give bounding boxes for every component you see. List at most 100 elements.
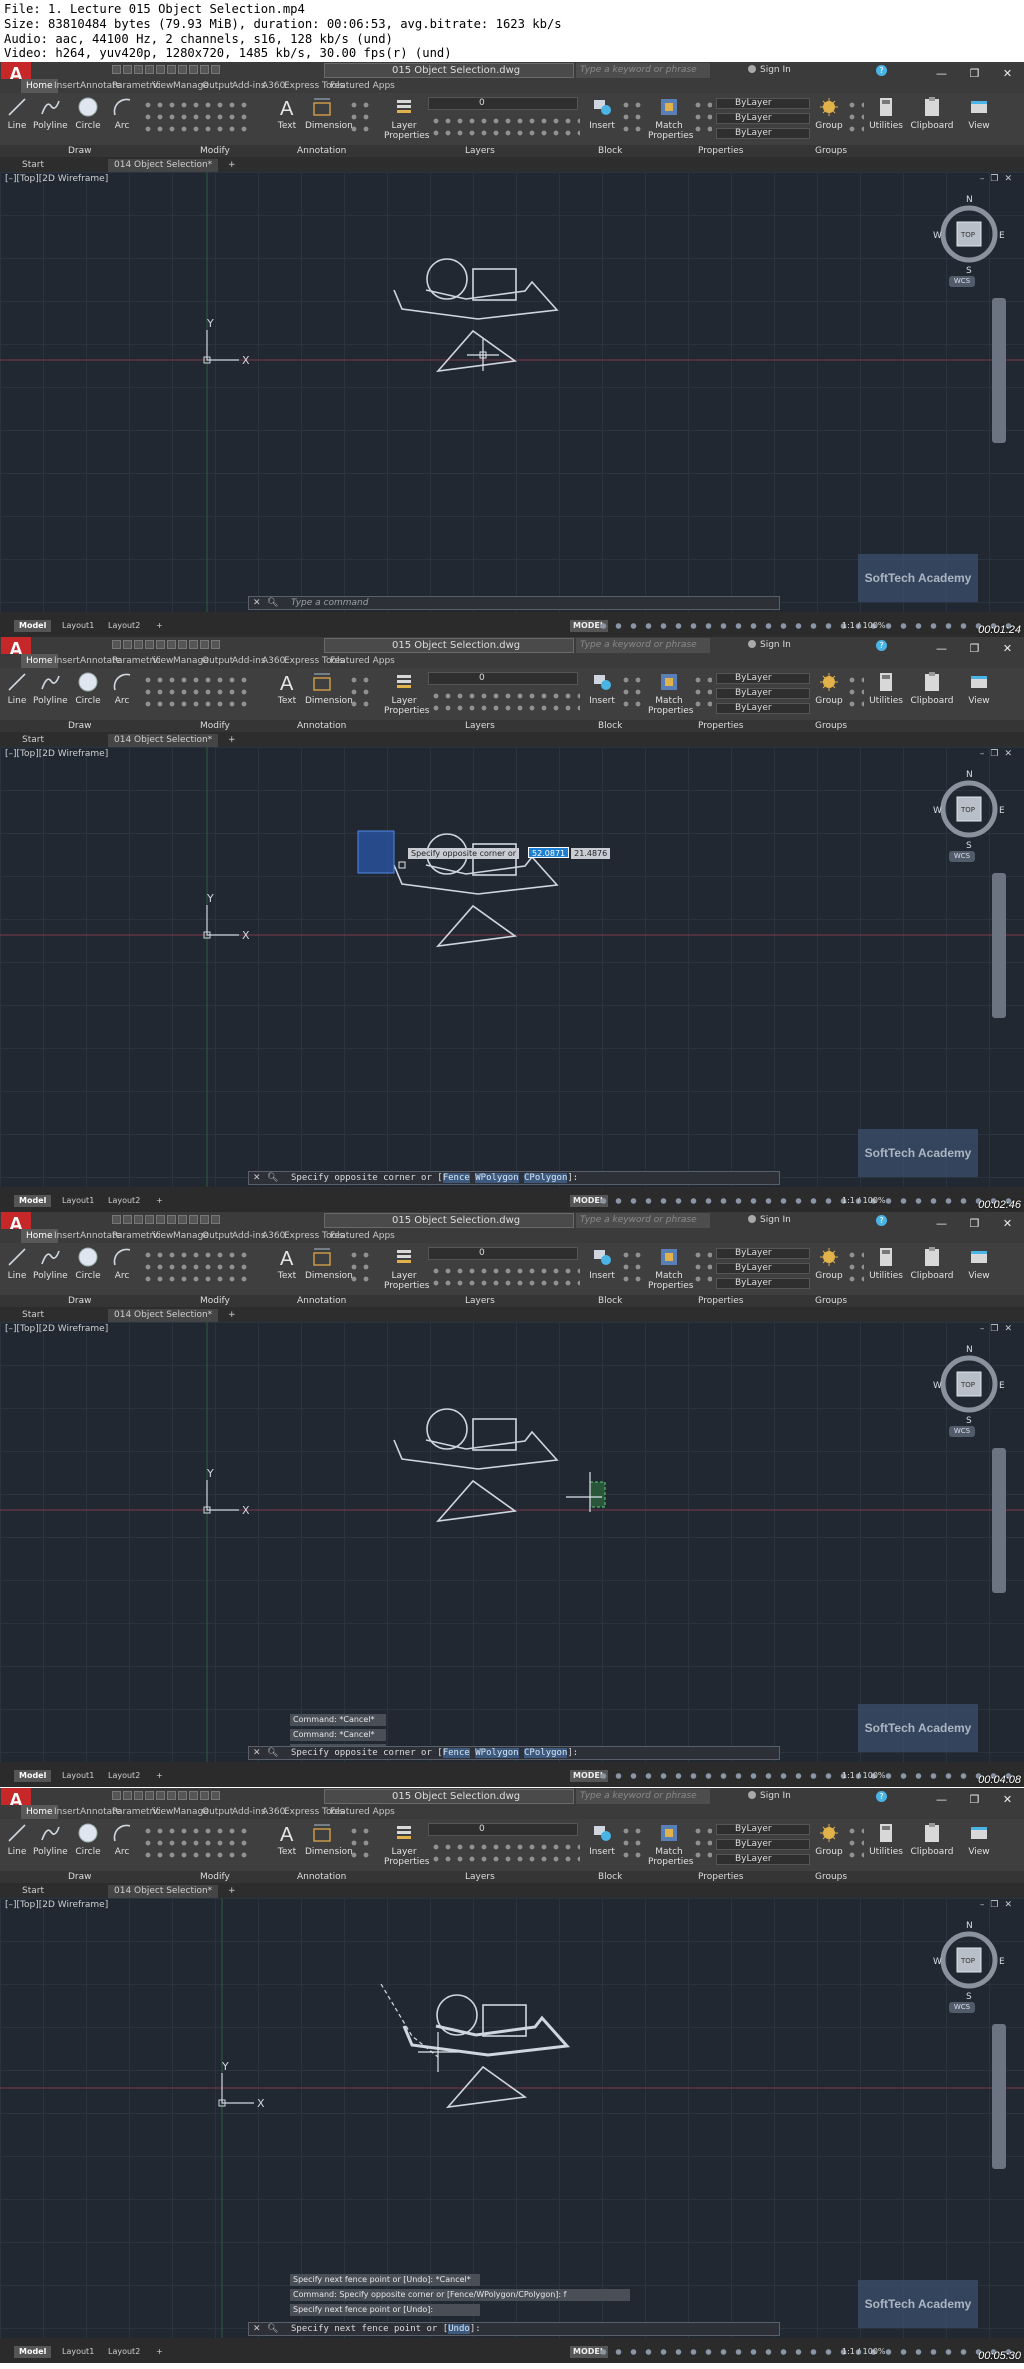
line-tool[interactable]: Line bbox=[0, 1822, 34, 1860]
modify-tool-icons[interactable] bbox=[142, 674, 252, 712]
command-option-wpolygon[interactable]: WPolygon bbox=[475, 1173, 519, 1183]
viewcube[interactable]: N S E W TOP bbox=[933, 195, 1005, 276]
annotation-group-label[interactable]: Annotation bbox=[297, 720, 346, 732]
start-tab[interactable]: Start bbox=[22, 734, 44, 747]
match-properties-tool[interactable]: Match Properties bbox=[648, 671, 693, 716]
properties-tool-icons[interactable] bbox=[692, 99, 712, 135]
layout2-tab[interactable]: Layout2 bbox=[108, 2346, 140, 2358]
sign-in-button[interactable]: Sign In bbox=[748, 1789, 818, 1804]
layout1-tab[interactable]: Layout1 bbox=[62, 1195, 94, 1207]
layer-tool-icons[interactable] bbox=[430, 1265, 580, 1291]
lineweight-dropdown[interactable]: ByLayer bbox=[716, 128, 810, 139]
status-toggle-icons[interactable] bbox=[596, 1196, 1016, 1206]
circle-tool[interactable]: Circle bbox=[71, 1246, 105, 1284]
linetype-dropdown[interactable]: ByLayer bbox=[716, 113, 810, 124]
new-layout-button[interactable]: + bbox=[156, 1195, 163, 1207]
new-layout-button[interactable]: + bbox=[156, 2346, 163, 2358]
modify-tool-icons[interactable] bbox=[142, 99, 252, 137]
command-option-wpolygon[interactable]: WPolygon bbox=[475, 1748, 519, 1758]
ribbon-tab[interactable]: Featured Apps bbox=[330, 1805, 395, 1819]
ribbon-tab[interactable]: Home bbox=[21, 1229, 58, 1243]
model-tab[interactable]: Model bbox=[14, 1195, 52, 1207]
ribbon-tab[interactable]: A360 bbox=[262, 1229, 285, 1243]
block-tool-icons[interactable] bbox=[620, 1249, 642, 1285]
layers-group-label[interactable]: Layers bbox=[465, 145, 495, 157]
properties-group-label[interactable]: Properties bbox=[698, 1871, 743, 1883]
layer-dropdown[interactable]: 0 bbox=[428, 97, 578, 110]
command-option-cpolygon[interactable]: CPolygon bbox=[524, 1173, 568, 1183]
insert-tool[interactable]: Insert bbox=[584, 1246, 620, 1284]
insert-tool[interactable]: Insert bbox=[584, 671, 620, 709]
start-tab[interactable]: Start bbox=[22, 159, 44, 172]
clipboard-tool[interactable]: Clipboard bbox=[910, 1246, 954, 1284]
close-command-icon[interactable]: ✕ bbox=[253, 1747, 261, 1759]
annotation-tool-icons[interactable] bbox=[348, 1825, 370, 1863]
navigation-bar[interactable] bbox=[992, 2024, 1006, 2169]
help-icon[interactable]: ? bbox=[876, 1791, 887, 1802]
block-tool-icons[interactable] bbox=[620, 1825, 642, 1861]
drawing-tab[interactable]: 014 Object Selection* bbox=[108, 159, 219, 172]
draw-group-label[interactable]: Draw bbox=[68, 1871, 92, 1883]
clipboard-tool[interactable]: Clipboard bbox=[910, 96, 954, 134]
close-command-icon[interactable]: ✕ bbox=[253, 597, 261, 609]
layout1-tab[interactable]: Layout1 bbox=[62, 1770, 94, 1782]
groups-tool-icons[interactable] bbox=[846, 99, 864, 135]
arc-tool[interactable]: Arc bbox=[105, 96, 139, 134]
command-option-cpolygon[interactable]: CPolygon bbox=[524, 1748, 568, 1758]
command-search-icon[interactable]: 🔍︎ bbox=[267, 1172, 278, 1184]
circle-tool[interactable]: Circle bbox=[71, 96, 105, 134]
block-group-label[interactable]: Block bbox=[598, 1871, 622, 1883]
new-tab-button[interactable]: + bbox=[228, 1885, 236, 1898]
groups-group-label[interactable]: Groups bbox=[815, 720, 847, 732]
help-icon[interactable]: ? bbox=[876, 65, 887, 76]
draw-group-label[interactable]: Draw bbox=[68, 1295, 92, 1307]
ribbon-tab[interactable]: Output bbox=[202, 79, 233, 93]
layers-group-label[interactable]: Layers bbox=[465, 1871, 495, 1883]
modify-group-label[interactable]: Modify bbox=[200, 145, 230, 157]
ribbon-tab[interactable]: View bbox=[152, 1805, 173, 1819]
layer-tool-icons[interactable] bbox=[430, 115, 580, 141]
layout2-tab[interactable]: Layout2 bbox=[108, 1195, 140, 1207]
lineweight-dropdown[interactable]: ByLayer bbox=[716, 1278, 810, 1289]
start-tab[interactable]: Start bbox=[22, 1309, 44, 1322]
layer-tool-icons[interactable] bbox=[430, 1841, 580, 1867]
close-command-icon[interactable]: ✕ bbox=[253, 2323, 261, 2335]
quick-access-toolbar[interactable] bbox=[112, 640, 222, 652]
ribbon-tab[interactable]: Featured Apps bbox=[330, 1229, 395, 1243]
annotation-group-label[interactable]: Annotation bbox=[297, 145, 346, 157]
command-line[interactable]: ✕ 🔍︎ Specify next fence point or [Undo]: bbox=[248, 2322, 780, 2336]
command-input[interactable]: Specify opposite corner or [Fence WPolyg… bbox=[291, 1747, 578, 1759]
circle-tool[interactable]: Circle bbox=[71, 671, 105, 709]
layout1-tab[interactable]: Layout1 bbox=[62, 620, 94, 632]
keyword-search-input[interactable]: Type a keyword or phrase bbox=[576, 1789, 710, 1804]
command-input[interactable]: Specify opposite corner or [Fence WPolyg… bbox=[291, 1172, 578, 1184]
navigation-bar[interactable] bbox=[992, 873, 1006, 1018]
ribbon-tab[interactable]: Add-ins bbox=[232, 654, 266, 668]
draw-group-label[interactable]: Draw bbox=[68, 720, 92, 732]
modify-group-label[interactable]: Modify bbox=[200, 720, 230, 732]
line-tool[interactable]: Line bbox=[0, 1246, 34, 1284]
model-tab[interactable]: Model bbox=[14, 2346, 52, 2358]
command-placeholder[interactable]: Type a command bbox=[291, 598, 368, 608]
dimension-tool[interactable]: Dimension bbox=[305, 96, 353, 134]
annotation-group-label[interactable]: Annotation bbox=[297, 1295, 346, 1307]
dimension-tool[interactable]: Dimension bbox=[305, 1822, 353, 1860]
layer-tool-icons[interactable] bbox=[430, 690, 580, 716]
properties-tool-icons[interactable] bbox=[692, 1249, 712, 1285]
insert-tool[interactable]: Insert bbox=[584, 1822, 620, 1860]
layer-dropdown[interactable]: 0 bbox=[428, 1247, 578, 1260]
ribbon-tab[interactable]: Insert bbox=[54, 79, 80, 93]
layer-properties-tool[interactable]: Layer Properties bbox=[384, 1246, 429, 1291]
match-properties-tool[interactable]: Match Properties bbox=[648, 1822, 693, 1867]
groups-tool-icons[interactable] bbox=[846, 674, 864, 710]
utilities-tool[interactable]: Utilities bbox=[866, 96, 906, 134]
polyline-tool[interactable]: Polyline bbox=[33, 671, 68, 709]
drawing-tab[interactable]: 014 Object Selection* bbox=[108, 1309, 219, 1322]
layer-dropdown[interactable]: 0 bbox=[428, 672, 578, 685]
annotation-scale[interactable]: 1:1 / 100% bbox=[842, 1770, 886, 1782]
ribbon-tab[interactable]: Output bbox=[202, 1229, 233, 1243]
arc-tool[interactable]: Arc bbox=[105, 1822, 139, 1860]
annotation-scale[interactable]: 1:1 / 100% bbox=[842, 620, 886, 632]
block-group-label[interactable]: Block bbox=[598, 1295, 622, 1307]
line-tool[interactable]: Line bbox=[0, 671, 34, 709]
